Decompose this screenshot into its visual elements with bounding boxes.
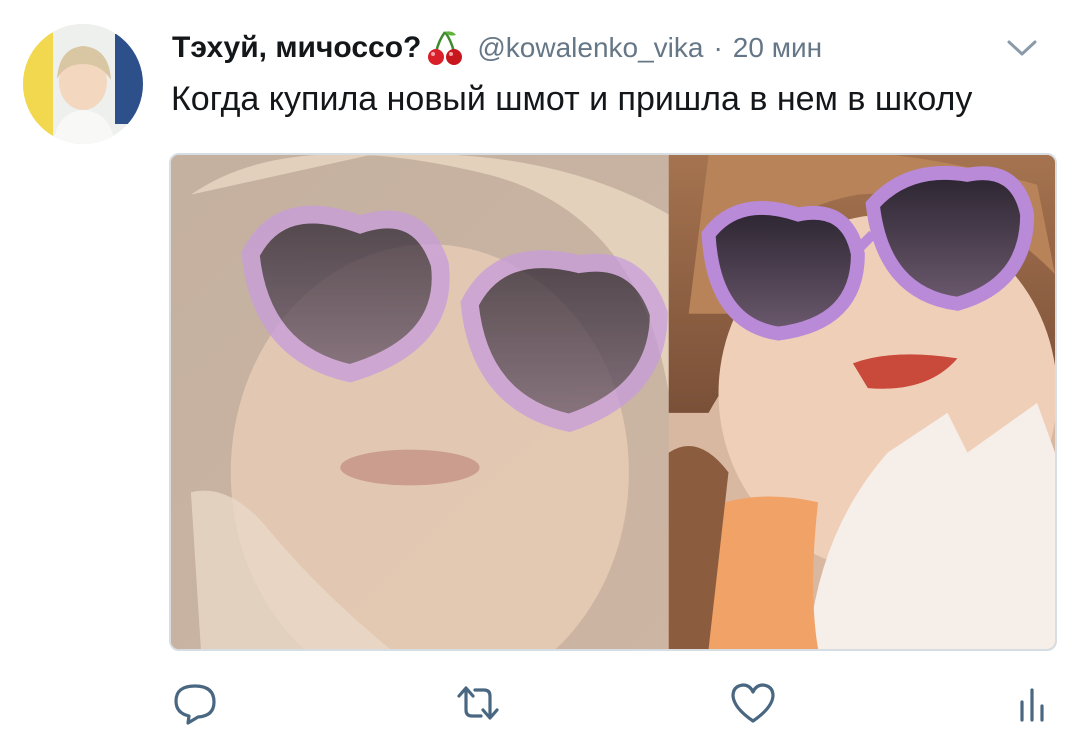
tweet-header: Тэхуй, мичоссо? @kowalenko_vika · 20 мин [172,28,1040,68]
tweet-actions [0,680,1080,726]
chevron-down-icon[interactable] [1004,32,1040,64]
tweet-timestamp[interactable]: 20 мин [733,32,822,64]
retweet-icon[interactable] [451,680,505,726]
author-name[interactable]: Тэхуй, мичоссо? [172,31,421,65]
reply-icon[interactable] [170,680,220,726]
tweet-media-photo[interactable] [169,153,1057,651]
cherries-icon [425,28,465,68]
analytics-icon[interactable] [1014,680,1050,726]
author-handle[interactable]: @kowalenko_vika [477,32,703,64]
tweet-text: Когда купила новый шмот и пришла в нем в… [171,80,973,118]
heart-icon[interactable] [728,680,778,726]
author-avatar[interactable] [23,24,143,144]
separator-dot: · [713,32,723,63]
